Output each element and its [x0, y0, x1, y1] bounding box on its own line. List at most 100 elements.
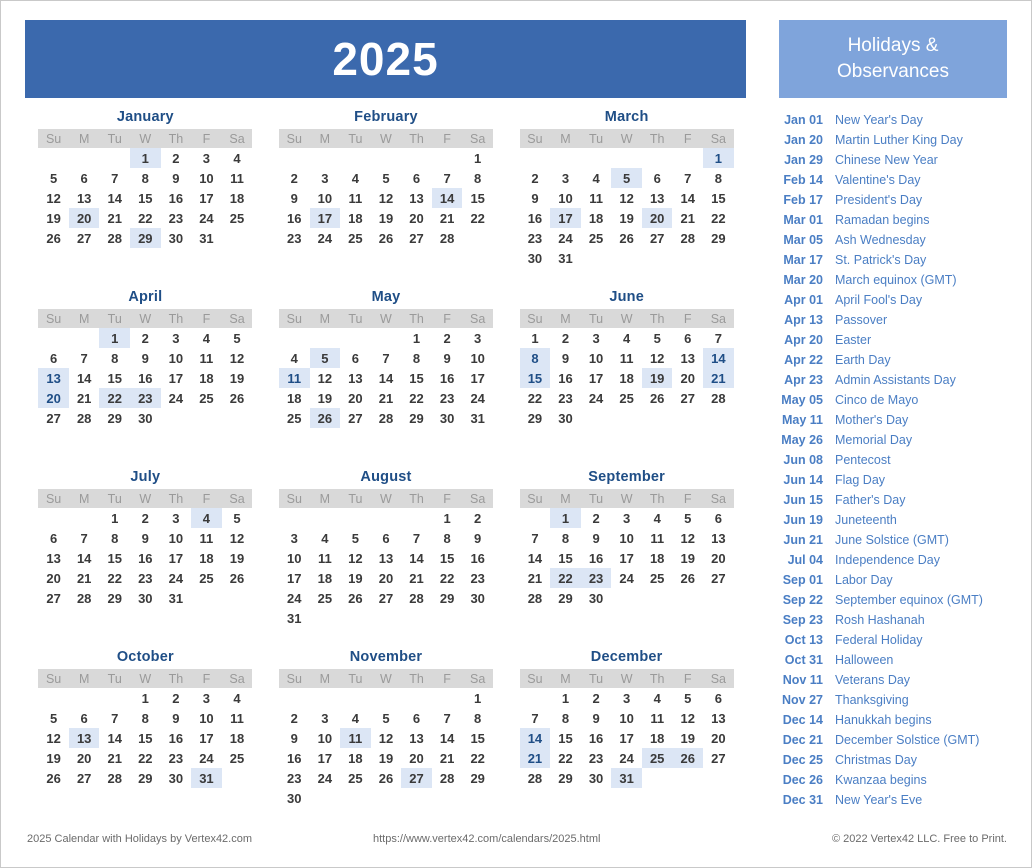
day-cell[interactable]: 10: [161, 348, 192, 368]
day-cell-highlighted[interactable]: 20: [68, 208, 100, 228]
day-cell[interactable]: 19: [222, 368, 253, 388]
day-cell[interactable]: 29: [520, 408, 551, 428]
day-cell[interactable]: 4: [340, 708, 371, 728]
day-cell[interactable]: 15: [432, 548, 463, 568]
day-cell[interactable]: 18: [191, 548, 222, 568]
day-cell[interactable]: 11: [340, 188, 371, 208]
day-cell[interactable]: 11: [611, 348, 642, 368]
day-cell[interactable]: 6: [371, 528, 402, 548]
day-cell[interactable]: 7: [432, 168, 463, 188]
day-cell[interactable]: 28: [69, 408, 100, 428]
day-cell[interactable]: 16: [279, 748, 310, 768]
day-cell[interactable]: 24: [611, 568, 642, 588]
day-cell[interactable]: 7: [371, 348, 402, 368]
day-cell[interactable]: 19: [611, 208, 642, 228]
day-cell[interactable]: 23: [581, 748, 612, 768]
day-cell[interactable]: 6: [642, 168, 673, 188]
day-cell[interactable]: 15: [99, 548, 130, 568]
day-cell[interactable]: 21: [672, 208, 703, 228]
day-cell-highlighted[interactable]: 1: [550, 508, 581, 528]
day-cell[interactable]: 23: [161, 208, 192, 228]
day-cell[interactable]: 26: [371, 228, 402, 248]
day-cell[interactable]: 10: [279, 548, 310, 568]
day-cell[interactable]: 10: [191, 708, 222, 728]
day-cell[interactable]: 16: [581, 548, 612, 568]
day-cell[interactable]: 9: [279, 728, 310, 748]
day-cell[interactable]: 5: [222, 508, 253, 528]
day-cell[interactable]: 4: [340, 168, 371, 188]
day-cell[interactable]: 17: [191, 188, 222, 208]
day-cell[interactable]: 20: [38, 568, 69, 588]
day-cell[interactable]: 1: [462, 148, 493, 168]
day-cell[interactable]: 3: [462, 328, 493, 348]
day-cell[interactable]: 17: [191, 728, 222, 748]
day-cell[interactable]: 15: [462, 728, 493, 748]
day-cell[interactable]: 7: [672, 168, 703, 188]
day-cell[interactable]: 2: [279, 708, 310, 728]
day-cell[interactable]: 24: [279, 588, 310, 608]
day-cell[interactable]: 26: [672, 568, 703, 588]
day-cell-highlighted[interactable]: 27: [401, 768, 432, 788]
day-cell-highlighted[interactable]: 14: [431, 188, 463, 208]
day-cell[interactable]: 28: [672, 228, 703, 248]
day-cell[interactable]: 30: [581, 588, 612, 608]
day-cell[interactable]: 11: [191, 528, 222, 548]
day-cell[interactable]: 13: [703, 708, 734, 728]
day-cell[interactable]: 9: [130, 348, 161, 368]
day-cell-highlighted[interactable]: 19: [641, 368, 673, 388]
day-cell[interactable]: 12: [672, 528, 703, 548]
day-cell[interactable]: 16: [130, 368, 161, 388]
day-cell[interactable]: 12: [371, 728, 402, 748]
day-cell[interactable]: 18: [279, 388, 310, 408]
day-cell[interactable]: 3: [310, 168, 341, 188]
day-cell[interactable]: 7: [520, 528, 551, 548]
day-cell-highlighted[interactable]: 5: [309, 348, 341, 368]
day-cell-highlighted[interactable]: 25: [641, 748, 673, 768]
day-cell[interactable]: 29: [99, 588, 130, 608]
day-cell[interactable]: 12: [38, 188, 69, 208]
day-cell[interactable]: 19: [672, 548, 703, 568]
day-cell[interactable]: 10: [581, 348, 612, 368]
day-cell[interactable]: 28: [99, 768, 130, 788]
day-cell[interactable]: 20: [69, 748, 100, 768]
day-cell[interactable]: 24: [310, 768, 341, 788]
day-cell-highlighted[interactable]: 14: [519, 728, 551, 748]
day-cell[interactable]: 1: [432, 508, 463, 528]
day-cell[interactable]: 7: [520, 708, 551, 728]
day-cell[interactable]: 2: [279, 168, 310, 188]
day-cell[interactable]: 30: [432, 408, 463, 428]
day-cell[interactable]: 6: [69, 168, 100, 188]
day-cell[interactable]: 31: [161, 588, 192, 608]
day-cell[interactable]: 1: [550, 688, 581, 708]
day-cell[interactable]: 9: [581, 528, 612, 548]
day-cell-highlighted[interactable]: 31: [191, 768, 222, 788]
day-cell[interactable]: 22: [99, 568, 130, 588]
day-cell-highlighted[interactable]: 23: [130, 388, 161, 408]
day-cell[interactable]: 26: [611, 228, 642, 248]
day-cell[interactable]: 4: [642, 688, 673, 708]
day-cell-highlighted[interactable]: 22: [99, 388, 131, 408]
day-cell[interactable]: 29: [99, 408, 130, 428]
day-cell[interactable]: 7: [69, 348, 100, 368]
day-cell[interactable]: 5: [371, 168, 402, 188]
day-cell-highlighted[interactable]: 23: [580, 568, 612, 588]
day-cell[interactable]: 29: [703, 228, 734, 248]
day-cell[interactable]: 15: [550, 728, 581, 748]
day-cell-highlighted[interactable]: 17: [550, 208, 581, 228]
day-cell[interactable]: 24: [462, 388, 493, 408]
day-cell[interactable]: 15: [130, 188, 161, 208]
day-cell[interactable]: 8: [130, 708, 161, 728]
day-cell[interactable]: 7: [99, 708, 130, 728]
day-cell[interactable]: 21: [520, 568, 551, 588]
day-cell[interactable]: 30: [161, 768, 192, 788]
day-cell[interactable]: 22: [432, 568, 463, 588]
day-cell-highlighted[interactable]: 11: [278, 368, 310, 388]
day-cell[interactable]: 11: [191, 348, 222, 368]
day-cell[interactable]: 1: [401, 328, 432, 348]
day-cell[interactable]: 23: [161, 748, 192, 768]
day-cell[interactable]: 21: [99, 748, 130, 768]
day-cell[interactable]: 20: [672, 368, 703, 388]
day-cell[interactable]: 18: [340, 208, 371, 228]
day-cell[interactable]: 12: [222, 528, 253, 548]
day-cell[interactable]: 26: [642, 388, 673, 408]
